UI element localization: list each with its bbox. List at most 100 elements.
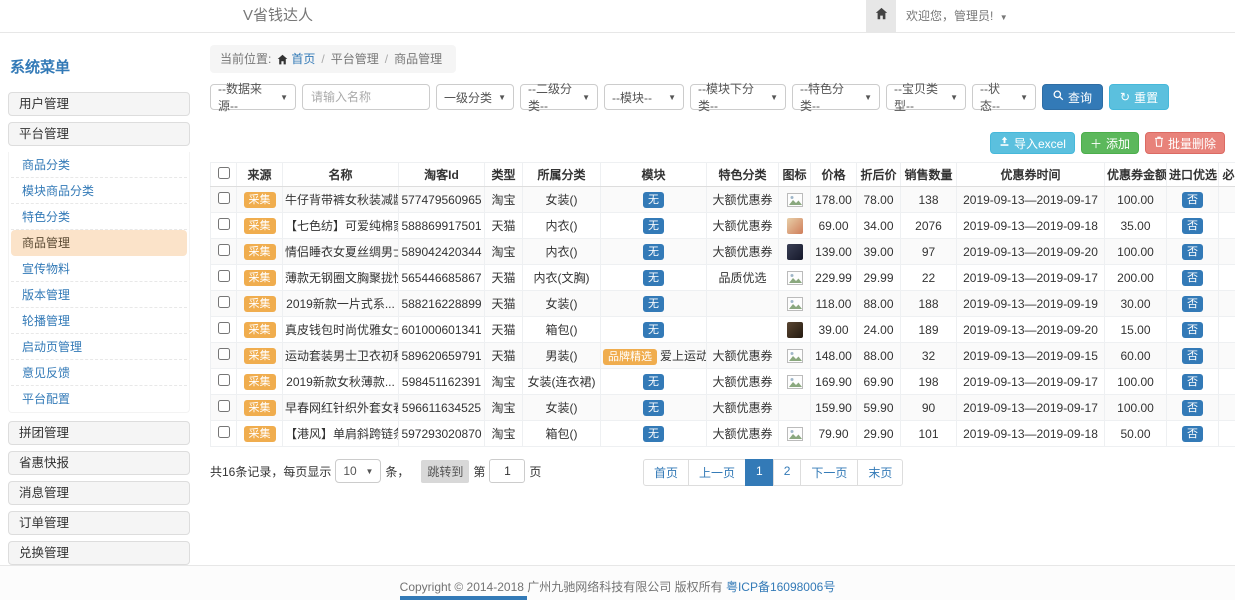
row-checkbox[interactable] — [218, 400, 230, 412]
copyright-text: Copyright © 2014-2018 广州九驰网络科技有限公司 版权所有 — [400, 580, 723, 594]
module-cell: 无 — [601, 239, 707, 265]
user-menu[interactable]: 欢迎您，管理员! ▼ — [906, 0, 1008, 34]
sidebar-item-宣传物料[interactable]: 宣传物料 — [11, 256, 187, 282]
sidebar-item-平台配置[interactable]: 平台配置 — [11, 386, 187, 412]
source-cell: 采集 — [237, 187, 283, 213]
page-number-input[interactable] — [489, 459, 525, 483]
import-pick-badge[interactable]: 否 — [1182, 192, 1203, 208]
sidebar-item-商品管理[interactable]: 商品管理 — [11, 230, 187, 256]
price-cell: 139.00 — [811, 239, 857, 265]
name-cell: 牛仔背带裤女秋装减龄... — [283, 187, 399, 213]
batch-delete-button[interactable]: 批量删除 — [1145, 132, 1225, 154]
reset-button[interactable]: ↻重置 — [1109, 84, 1169, 110]
column-header-进口优选: 进口优选 — [1167, 163, 1219, 187]
feature-cell: 大额优惠券 — [707, 395, 779, 421]
sidebar-group-消息管理[interactable]: 消息管理 — [8, 481, 190, 505]
pager-button-末页[interactable]: 末页 — [857, 459, 903, 486]
import-pick-badge[interactable]: 否 — [1182, 426, 1203, 442]
main-content: 当前位置:首页/平台管理/商品管理 --数据来源--▼ 一级分类▼ --二级分类… — [210, 45, 1225, 483]
module-sub-category-select[interactable]: --模块下分类--▼ — [690, 84, 786, 110]
product-thumbnail — [787, 218, 803, 234]
page-word-after: 页 — [529, 463, 541, 480]
per-page-select[interactable]: 10▼ — [335, 459, 381, 483]
pager-button-下一页[interactable]: 下一页 — [800, 459, 858, 486]
row-checkbox[interactable] — [218, 244, 230, 256]
icon-cell — [779, 369, 811, 395]
level1-category-select[interactable]: 一级分类▼ — [436, 84, 514, 110]
column-header-优惠券时间: 优惠券时间 — [957, 163, 1105, 187]
import-excel-button[interactable]: 导入excel — [990, 132, 1075, 154]
sidebar-item-轮播管理[interactable]: 轮播管理 — [11, 308, 187, 334]
jump-button[interactable]: 跳转到 — [421, 460, 469, 483]
row-select-cell — [211, 239, 237, 265]
icon-cell — [779, 291, 811, 317]
import-pick-cell: 否 — [1167, 395, 1219, 421]
level2-category-select[interactable]: --二级分类--▼ — [520, 84, 598, 110]
coupon-time-cell: 2019-09-13—2019-09-17 — [957, 395, 1105, 421]
row-checkbox[interactable] — [218, 192, 230, 204]
import-pick-badge[interactable]: 否 — [1182, 400, 1203, 416]
home-button[interactable] — [866, 0, 896, 32]
module-select[interactable]: --模块--▼ — [604, 84, 684, 110]
import-pick-badge[interactable]: 否 — [1182, 322, 1203, 338]
row-checkbox[interactable] — [218, 426, 230, 438]
pager-button-首页[interactable]: 首页 — [643, 459, 689, 486]
sidebar-group-订单管理[interactable]: 订单管理 — [8, 511, 190, 535]
row-checkbox[interactable] — [218, 218, 230, 230]
table-row: 采集薄款无钢圈文胸聚拢性...565446685867天猫内衣(文胸)无品质优选… — [211, 265, 1235, 291]
coupon-time-cell: 2019-09-13—2019-09-17 — [957, 187, 1105, 213]
sidebar-group-省惠快报[interactable]: 省惠快报 — [8, 451, 190, 475]
sidebar-item-版本管理[interactable]: 版本管理 — [11, 282, 187, 308]
feature-category-select[interactable]: --特色分类--▼ — [792, 84, 880, 110]
sidebar-item-启动页管理[interactable]: 启动页管理 — [11, 334, 187, 360]
sidebar-item-特色分类[interactable]: 特色分类 — [11, 204, 187, 230]
row-checkbox[interactable] — [218, 270, 230, 282]
welcome-text: 欢迎您，管理员! — [906, 9, 993, 23]
row-checkbox[interactable] — [218, 322, 230, 334]
status-select[interactable]: --状态--▼ — [972, 84, 1036, 110]
must-buy-cell: 否 — [1219, 343, 1235, 369]
pager-button-1[interactable]: 1 — [745, 459, 774, 486]
type-cell: 淘宝 — [485, 395, 523, 421]
broken-image-icon — [787, 192, 803, 206]
row-checkbox[interactable] — [218, 374, 230, 386]
name-search-input[interactable] — [302, 84, 430, 110]
source-cell: 采集 — [237, 343, 283, 369]
import-pick-badge[interactable]: 否 — [1182, 244, 1203, 260]
data-source-select[interactable]: --数据来源--▼ — [210, 84, 296, 110]
import-pick-badge[interactable]: 否 — [1182, 218, 1203, 234]
import-pick-badge[interactable]: 否 — [1182, 348, 1203, 364]
pager-button-2[interactable]: 2 — [773, 459, 802, 486]
breadcrumb-home-link[interactable]: 首页 — [291, 52, 315, 66]
pager-button-上一页[interactable]: 上一页 — [688, 459, 746, 486]
sidebar-group-拼团管理[interactable]: 拼团管理 — [8, 421, 190, 445]
bottom-scrollbar-thumb[interactable] — [400, 596, 527, 600]
table-row: 采集运动套装男士卫衣初秋...589620659791天猫男装()品牌精选爱上运… — [211, 343, 1235, 369]
select-all-checkbox[interactable] — [218, 167, 230, 179]
plus-icon: ＋ — [1090, 135, 1102, 152]
sidebar-item-意见反馈[interactable]: 意见反馈 — [11, 360, 187, 386]
import-pick-cell: 否 — [1167, 369, 1219, 395]
feature-cell — [707, 317, 779, 343]
search-icon — [1053, 90, 1064, 104]
sidebar-item-商品分类[interactable]: 商品分类 — [11, 152, 187, 178]
query-button[interactable]: 查询 — [1042, 84, 1103, 110]
row-checkbox[interactable] — [218, 348, 230, 360]
column-header-图标: 图标 — [779, 163, 811, 187]
sales-cell: 97 — [901, 239, 957, 265]
sidebar-group-platform-mgmt[interactable]: 平台管理 — [8, 122, 190, 146]
import-pick-badge[interactable]: 否 — [1182, 296, 1203, 312]
icp-link[interactable]: 粤ICP备16098006号 — [726, 580, 835, 594]
sidebar-group-user-mgmt[interactable]: 用户管理 — [8, 92, 190, 116]
sidebar-item-模块商品分类[interactable]: 模块商品分类 — [11, 178, 187, 204]
import-pick-badge[interactable]: 否 — [1182, 270, 1203, 286]
import-pick-cell: 否 — [1167, 291, 1219, 317]
import-pick-cell: 否 — [1167, 187, 1219, 213]
sidebar-group-兑换管理[interactable]: 兑换管理 — [8, 541, 190, 565]
coupon-amount-cell: 30.00 — [1105, 291, 1167, 317]
item-type-select[interactable]: --宝贝类型--▼ — [886, 84, 966, 110]
import-pick-badge[interactable]: 否 — [1182, 374, 1203, 390]
add-button[interactable]: ＋添加 — [1081, 132, 1139, 154]
coupon-time-cell: 2019-09-13—2019-09-17 — [957, 265, 1105, 291]
row-checkbox[interactable] — [218, 296, 230, 308]
